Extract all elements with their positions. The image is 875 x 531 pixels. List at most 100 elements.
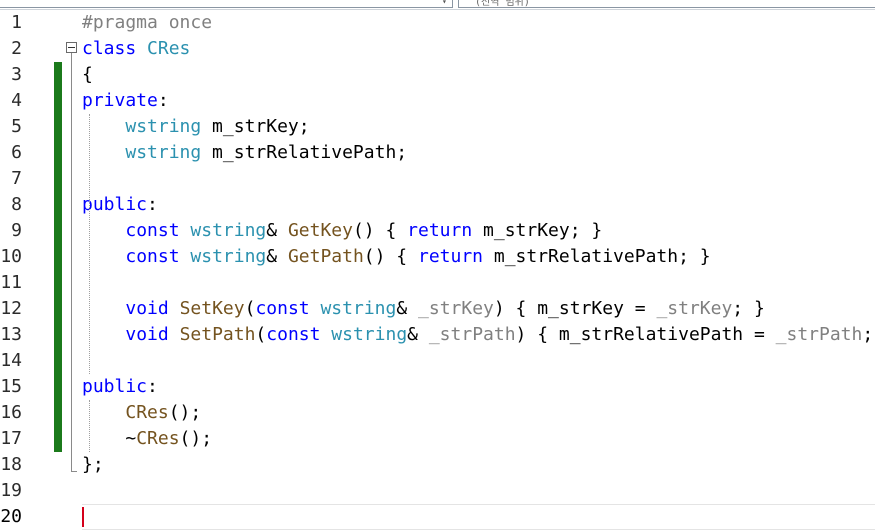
code-text: private: [82, 88, 169, 114]
text-caret [82, 507, 84, 527]
member-scope-label: (전역 범위) [475, 0, 530, 8]
code-line[interactable]: 1 #pragma once [0, 10, 875, 36]
line-number: 13 [0, 324, 22, 345]
line-number: 11 [0, 272, 22, 293]
code-token: public [82, 376, 148, 397]
code-line[interactable]: 10 const wstring& GetPath() { return m_s… [0, 244, 875, 270]
code-token: class [82, 38, 137, 59]
code-line[interactable]: 15 public: [0, 374, 875, 400]
chevron-down-icon[interactable]: ▾ [442, 0, 447, 6]
code-editor[interactable]: 1 #pragma once 2 class CRes 3{4 private: 5 wst… [0, 10, 875, 531]
code-line[interactable]: 14 [0, 348, 875, 374]
code-text: public: [82, 374, 158, 400]
line-number: 14 [0, 350, 22, 371]
code-token: ( [244, 298, 256, 319]
line-number: 17 [0, 428, 22, 449]
code-token: ) { m_strRelativePath = [515, 324, 776, 345]
code-line[interactable]: 9 const wstring& GetKey() { return m_str… [0, 218, 875, 244]
code-token: const [255, 298, 310, 319]
code-token: m_strKey; [201, 116, 310, 137]
outline-end-marker [71, 471, 77, 472]
code-token: wstring [125, 116, 202, 137]
code-line[interactable]: 16 CRes(); [0, 400, 875, 426]
code-token: return [407, 220, 473, 241]
code-token: const [266, 324, 321, 345]
code-token: }; [82, 454, 104, 475]
code-line[interactable]: 19 [0, 478, 875, 504]
code-token: SetPath [179, 324, 256, 345]
code-token: (); [168, 402, 202, 423]
type-scope-dropdown[interactable] [0, 0, 453, 8]
collapse-icon[interactable] [66, 42, 77, 53]
code-text: wstring m_strKey; [82, 114, 310, 140]
code-token: const [125, 246, 180, 267]
code-token: CRes [136, 428, 180, 449]
code-line[interactable]: 6 wstring m_strRelativePath; [0, 140, 875, 166]
code-line[interactable]: 5 wstring m_strKey; [0, 114, 875, 140]
code-line[interactable]: 17 ~CRes(); [0, 426, 875, 452]
code-text: void SetPath(const wstring& _strPath) { … [82, 322, 875, 348]
line-number: 15 [0, 376, 22, 397]
code-line[interactable]: 2 class CRes [0, 36, 875, 62]
code-text: { [82, 62, 93, 88]
navigation-bar: ▾ (전역 범위) [0, 0, 875, 10]
code-text: const wstring& GetKey() { return m_strKe… [82, 218, 602, 244]
code-token: void [125, 298, 169, 319]
code-token: & [266, 246, 288, 267]
code-line[interactable]: 12 void SetKey(const wstring& _strKey) {… [0, 296, 875, 322]
code-token: #pragma once [82, 12, 213, 33]
indent-guide [89, 400, 90, 452]
current-line-highlight [82, 504, 875, 530]
code-token: wstring [190, 220, 267, 241]
code-token: (); [179, 428, 213, 449]
code-line[interactable]: 7 [0, 166, 875, 192]
code-token: & [266, 220, 288, 241]
line-number: 7 [11, 168, 22, 189]
code-token: return [417, 246, 484, 267]
code-token: : [147, 376, 158, 397]
code-text: class CRes [82, 36, 190, 62]
code-token: private [82, 90, 158, 111]
code-token: m_strRelativePath; [201, 142, 408, 163]
code-token: _strPath [428, 324, 516, 345]
code-token: & [407, 324, 429, 345]
code-text: const wstring& GetPath() { return m_strR… [82, 244, 711, 270]
code-text: #pragma once [82, 10, 212, 36]
code-token: _strPath [775, 324, 863, 345]
code-line[interactable]: 13 void SetPath(const wstring& _strPath)… [0, 322, 875, 348]
line-number: 16 [0, 402, 22, 423]
code-line[interactable]: 18}; [0, 452, 875, 478]
code-line[interactable]: 4 private: [0, 88, 875, 114]
code-text: public: [82, 192, 158, 218]
line-number: 4 [11, 90, 22, 111]
line-number: 8 [11, 194, 22, 215]
code-text: }; [82, 452, 104, 478]
code-token: GetPath [287, 246, 364, 267]
line-number: 3 [11, 64, 22, 85]
line-number: 18 [0, 454, 22, 475]
change-tracking-bar [54, 62, 62, 452]
code-token: wstring [190, 246, 267, 267]
code-line[interactable]: 3{ [0, 62, 875, 88]
code-token: wstring [320, 298, 397, 319]
code-token: m_strKey; } [472, 220, 603, 241]
code-line[interactable]: 8 public: [0, 192, 875, 218]
code-text: void SetKey(const wstring& _strKey) { m_… [82, 296, 765, 322]
line-number: 20 [0, 506, 22, 527]
code-token: CRes [125, 402, 169, 423]
code-line[interactable]: 11 [0, 270, 875, 296]
code-token: ; } [732, 298, 765, 319]
line-number: 1 [11, 12, 22, 33]
member-scope-dropdown[interactable]: (전역 범위) [458, 0, 875, 8]
code-text: ~CRes(); [82, 426, 212, 452]
code-text: wstring m_strRelativePath; [82, 140, 407, 166]
code-token: m_strRelativePath; } [483, 246, 711, 267]
code-token: () { [363, 246, 418, 267]
